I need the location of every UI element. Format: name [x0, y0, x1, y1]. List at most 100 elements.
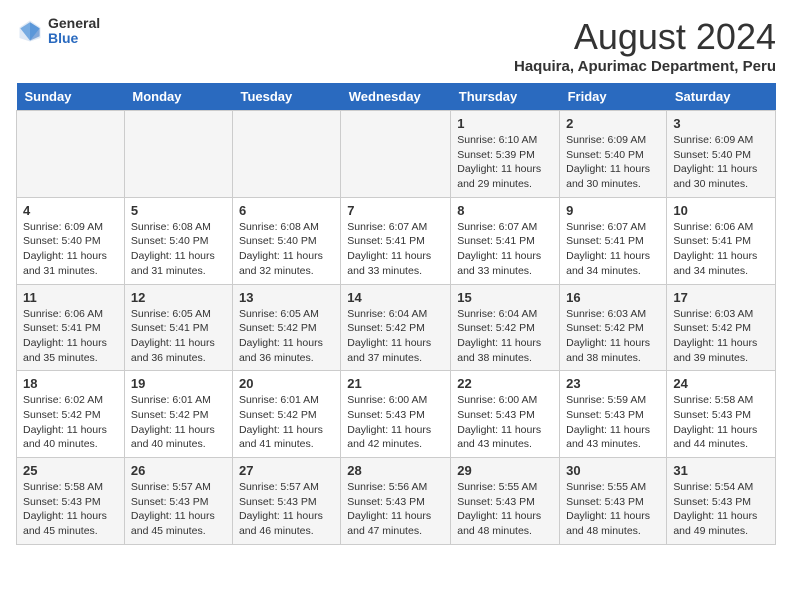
day-number: 19: [131, 376, 226, 391]
day-detail: Sunrise: 5:58 AM Sunset: 5:43 PM Dayligh…: [673, 394, 757, 450]
col-header-wednesday: Wednesday: [341, 83, 451, 111]
day-number: 24: [673, 376, 769, 391]
day-detail: Sunrise: 5:55 AM Sunset: 5:43 PM Dayligh…: [457, 481, 541, 537]
day-number: 26: [131, 463, 226, 478]
day-detail: Sunrise: 6:05 AM Sunset: 5:42 PM Dayligh…: [239, 308, 323, 364]
day-detail: Sunrise: 5:56 AM Sunset: 5:43 PM Dayligh…: [347, 481, 431, 537]
week-row-4: 18 Sunrise: 6:02 AM Sunset: 5:42 PM Dayli…: [17, 371, 776, 458]
col-header-tuesday: Tuesday: [232, 83, 340, 111]
day-number: 27: [239, 463, 334, 478]
day-number: 3: [673, 116, 769, 131]
day-detail: Sunrise: 6:02 AM Sunset: 5:42 PM Dayligh…: [23, 394, 107, 450]
day-number: 2: [566, 116, 660, 131]
week-row-2: 4 Sunrise: 6:09 AM Sunset: 5:40 PM Daylig…: [17, 197, 776, 284]
day-number: 5: [131, 203, 226, 218]
week-row-1: 1Sunrise: 6:10 AM Sunset: 5:39 PM Daylig…: [17, 111, 776, 198]
day-detail: Sunrise: 5:55 AM Sunset: 5:43 PM Dayligh…: [566, 481, 650, 537]
day-number: 29: [457, 463, 553, 478]
day-number: 23: [566, 376, 660, 391]
day-cell: [17, 111, 125, 198]
day-detail: Sunrise: 6:09 AM Sunset: 5:40 PM Dayligh…: [566, 134, 650, 190]
logo: General Blue: [16, 16, 100, 47]
day-cell: 26 Sunrise: 5:57 AM Sunset: 5:43 PM Dayli…: [124, 458, 232, 545]
day-cell: 7 Sunrise: 6:07 AM Sunset: 5:41 PM Daylig…: [341, 197, 451, 284]
day-cell: 11 Sunrise: 6:06 AM Sunset: 5:41 PM Dayli…: [17, 284, 125, 371]
page-header: General Blue August 2024 Haquira, Apurim…: [16, 16, 776, 75]
day-number: 28: [347, 463, 444, 478]
title-block: August 2024 Haquira, Apurimac Department…: [514, 16, 776, 75]
day-number: 9: [566, 203, 660, 218]
day-number: 1: [457, 116, 553, 131]
day-number: 6: [239, 203, 334, 218]
day-detail: Sunrise: 6:06 AM Sunset: 5:41 PM Dayligh…: [673, 221, 757, 277]
day-cell: 30 Sunrise: 5:55 AM Sunset: 5:43 PM Dayli…: [560, 458, 667, 545]
col-header-monday: Monday: [124, 83, 232, 111]
day-cell: 19 Sunrise: 6:01 AM Sunset: 5:42 PM Dayli…: [124, 371, 232, 458]
day-number: 25: [23, 463, 118, 478]
day-number: 18: [23, 376, 118, 391]
week-row-3: 11 Sunrise: 6:06 AM Sunset: 5:41 PM Dayli…: [17, 284, 776, 371]
day-number: 30: [566, 463, 660, 478]
day-number: 8: [457, 203, 553, 218]
day-detail: Sunrise: 6:00 AM Sunset: 5:43 PM Dayligh…: [457, 394, 541, 450]
day-cell: 24 Sunrise: 5:58 AM Sunset: 5:43 PM Dayli…: [667, 371, 776, 458]
day-cell: 25 Sunrise: 5:58 AM Sunset: 5:43 PM Dayli…: [17, 458, 125, 545]
day-detail: Sunrise: 5:58 AM Sunset: 5:43 PM Dayligh…: [23, 481, 107, 537]
day-detail: Sunrise: 6:09 AM Sunset: 5:40 PM Dayligh…: [23, 221, 107, 277]
col-header-saturday: Saturday: [667, 83, 776, 111]
day-cell: 31Sunrise: 5:54 AM Sunset: 5:43 PM Dayli…: [667, 458, 776, 545]
day-cell: 20Sunrise: 6:01 AM Sunset: 5:42 PM Dayli…: [232, 371, 340, 458]
day-cell: 13 Sunrise: 6:05 AM Sunset: 5:42 PM Dayli…: [232, 284, 340, 371]
day-cell: 12Sunrise: 6:05 AM Sunset: 5:41 PM Dayli…: [124, 284, 232, 371]
day-cell: 9 Sunrise: 6:07 AM Sunset: 5:41 PM Daylig…: [560, 197, 667, 284]
day-detail: Sunrise: 6:00 AM Sunset: 5:43 PM Dayligh…: [347, 394, 431, 450]
col-header-sunday: Sunday: [17, 83, 125, 111]
day-cell: 2 Sunrise: 6:09 AM Sunset: 5:40 PM Daylig…: [560, 111, 667, 198]
day-cell: 10 Sunrise: 6:06 AM Sunset: 5:41 PM Dayli…: [667, 197, 776, 284]
day-detail: Sunrise: 6:09 AM Sunset: 5:40 PM Dayligh…: [673, 134, 757, 190]
day-number: 17: [673, 290, 769, 305]
logo-icon: [16, 17, 44, 45]
day-detail: Sunrise: 6:07 AM Sunset: 5:41 PM Dayligh…: [347, 221, 431, 277]
day-number: 7: [347, 203, 444, 218]
calendar-table: SundayMondayTuesdayWednesdayThursdayFrid…: [16, 83, 776, 545]
day-detail: Sunrise: 5:57 AM Sunset: 5:43 PM Dayligh…: [131, 481, 215, 537]
day-cell: [124, 111, 232, 198]
day-number: 4: [23, 203, 118, 218]
day-cell: 23Sunrise: 5:59 AM Sunset: 5:43 PM Dayli…: [560, 371, 667, 458]
day-detail: Sunrise: 6:08 AM Sunset: 5:40 PM Dayligh…: [131, 221, 215, 277]
logo-blue: Blue: [48, 31, 100, 46]
logo-general: General: [48, 16, 100, 31]
day-detail: Sunrise: 6:01 AM Sunset: 5:42 PM Dayligh…: [131, 394, 215, 450]
day-number: 21: [347, 376, 444, 391]
day-cell: 3 Sunrise: 6:09 AM Sunset: 5:40 PM Daylig…: [667, 111, 776, 198]
day-number: 31: [673, 463, 769, 478]
day-cell: 29 Sunrise: 5:55 AM Sunset: 5:43 PM Dayli…: [451, 458, 560, 545]
day-detail: Sunrise: 6:03 AM Sunset: 5:42 PM Dayligh…: [673, 308, 757, 364]
day-detail: Sunrise: 6:06 AM Sunset: 5:41 PM Dayligh…: [23, 308, 107, 364]
day-number: 10: [673, 203, 769, 218]
day-number: 20: [239, 376, 334, 391]
day-number: 14: [347, 290, 444, 305]
day-number: 11: [23, 290, 118, 305]
day-cell: 1Sunrise: 6:10 AM Sunset: 5:39 PM Daylig…: [451, 111, 560, 198]
day-cell: 28 Sunrise: 5:56 AM Sunset: 5:43 PM Dayli…: [341, 458, 451, 545]
day-cell: [232, 111, 340, 198]
day-detail: Sunrise: 6:03 AM Sunset: 5:42 PM Dayligh…: [566, 308, 650, 364]
day-number: 13: [239, 290, 334, 305]
day-detail: Sunrise: 6:07 AM Sunset: 5:41 PM Dayligh…: [457, 221, 541, 277]
day-cell: 15Sunrise: 6:04 AM Sunset: 5:42 PM Dayli…: [451, 284, 560, 371]
day-cell: 21 Sunrise: 6:00 AM Sunset: 5:43 PM Dayli…: [341, 371, 451, 458]
day-number: 12: [131, 290, 226, 305]
day-cell: 18 Sunrise: 6:02 AM Sunset: 5:42 PM Dayli…: [17, 371, 125, 458]
day-number: 22: [457, 376, 553, 391]
day-cell: 14Sunrise: 6:04 AM Sunset: 5:42 PM Dayli…: [341, 284, 451, 371]
day-cell: [341, 111, 451, 198]
day-detail: Sunrise: 6:07 AM Sunset: 5:41 PM Dayligh…: [566, 221, 650, 277]
header-row: SundayMondayTuesdayWednesdayThursdayFrid…: [17, 83, 776, 111]
col-header-thursday: Thursday: [451, 83, 560, 111]
day-cell: 22 Sunrise: 6:00 AM Sunset: 5:43 PM Dayli…: [451, 371, 560, 458]
day-detail: Sunrise: 6:04 AM Sunset: 5:42 PM Dayligh…: [457, 308, 541, 364]
subtitle: Haquira, Apurimac Department, Peru: [514, 58, 776, 75]
logo-text: General Blue: [48, 16, 100, 47]
